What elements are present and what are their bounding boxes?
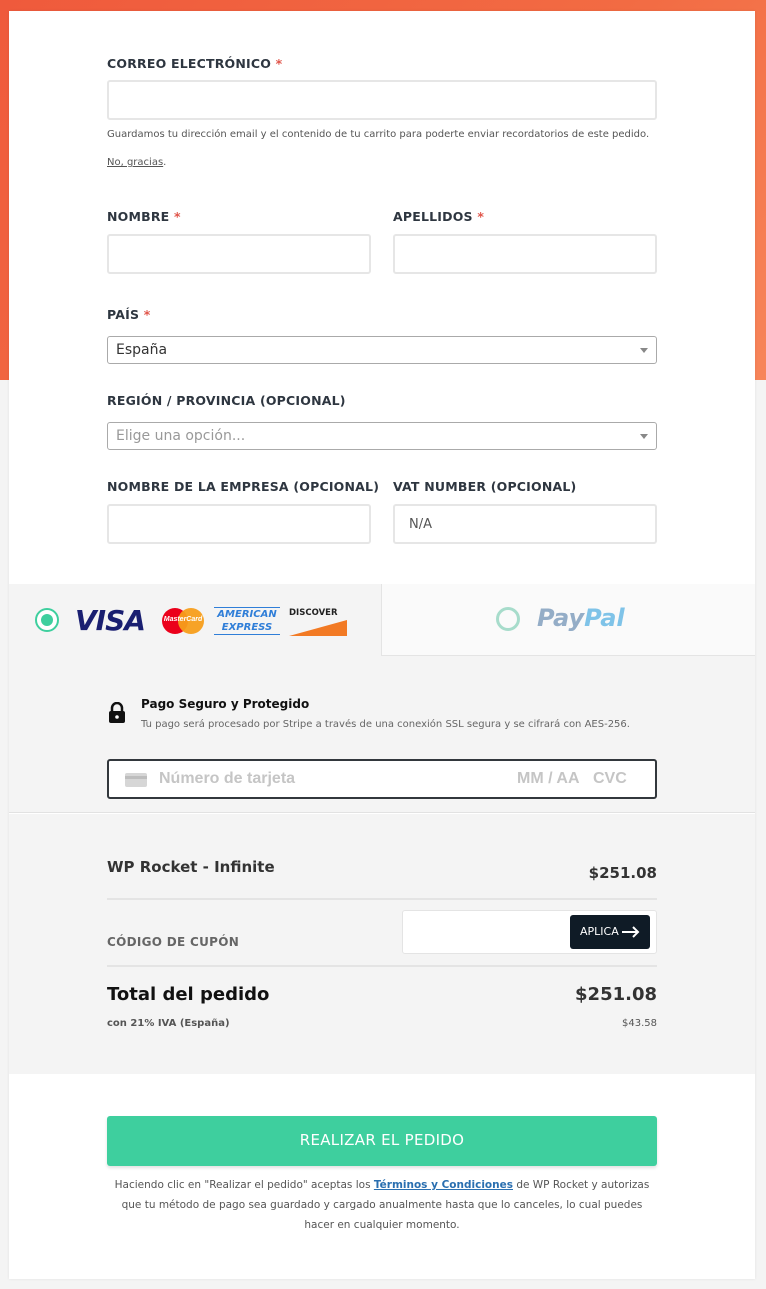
secure-title: Pago Seguro y Protegido [141, 697, 310, 711]
card-number-input[interactable]: Número de tarjeta MM / AA CVC [107, 759, 657, 799]
lock-icon [109, 702, 125, 723]
email-decline: No, gracias. [107, 157, 167, 168]
card-expiry-placeholder: MM / AA [517, 770, 580, 787]
first-name-field[interactable] [107, 234, 371, 274]
last-name-field[interactable] [393, 234, 657, 274]
region-select[interactable]: Elige una opción... [107, 422, 657, 450]
coupon-input[interactable]: APLICA [402, 910, 657, 954]
secure-text: Tu pago será procesado por Stripe a trav… [141, 719, 630, 730]
country-label: PAÍS * [107, 307, 151, 322]
arrow-right-icon [622, 926, 640, 938]
amex-logo: AMERICAN EXPRESS [214, 607, 280, 635]
email-label: CORREO ELECTRÓNICO * [107, 56, 283, 71]
vat-label: VAT NUMBER (OPCIONAL) [393, 479, 577, 494]
tax-label: con 21% IVA (España) [107, 1018, 230, 1029]
checkout-form: CORREO ELECTRÓNICO * Guardamos tu direcc… [9, 11, 755, 1279]
place-order-button[interactable]: REALIZAR EL PEDIDO [107, 1116, 657, 1166]
terms-text: Haciendo clic en "Realizar el pedido" ac… [114, 1179, 650, 1231]
country-select[interactable]: España [107, 336, 657, 364]
dropdown-arrow-icon [640, 434, 648, 439]
divider [107, 965, 657, 967]
region-label: REGIÓN / PROVINCIA (OPCIONAL) [107, 393, 346, 408]
product-price: $251.08 [588, 864, 657, 882]
card-icon [125, 773, 147, 787]
country-value: España [116, 342, 168, 358]
divider [107, 898, 657, 900]
vat-field[interactable]: N/A [393, 504, 657, 544]
card-cvc-placeholder: CVC [593, 770, 627, 787]
region-placeholder: Elige una opción... [116, 428, 246, 444]
apply-coupon-button[interactable]: APLICA [570, 915, 650, 949]
total-value: $251.08 [575, 984, 657, 1005]
vat-value: N/A [409, 517, 432, 532]
payment-tabs: VISA MasterCard AMERICAN EXPRESS DISCOVE… [9, 584, 755, 656]
company-field[interactable] [107, 504, 371, 544]
card-payment-panel: Pago Seguro y Protegido Tu pago será pro… [9, 656, 755, 813]
email-field[interactable] [107, 80, 657, 120]
terms-link[interactable]: Términos y Condiciones [374, 1179, 513, 1191]
visa-logo: VISA [75, 604, 146, 637]
decline-link[interactable]: No, gracias [107, 157, 163, 168]
email-help-text: Guardamos tu dirección email y el conten… [107, 129, 650, 140]
dropdown-arrow-icon [640, 348, 648, 353]
card-radio[interactable] [35, 608, 59, 632]
paypal-radio[interactable] [496, 607, 520, 631]
coupon-label: CÓDIGO DE CUPÓN [107, 935, 240, 949]
tab-paypal[interactable]: PayPal [381, 584, 755, 656]
product-name: WP Rocket - Infinite [107, 858, 275, 876]
card-number-placeholder: Número de tarjeta [159, 770, 296, 787]
tab-credit-card[interactable]: VISA MasterCard AMERICAN EXPRESS DISCOVE… [9, 584, 381, 656]
discover-logo: DISCOVER [289, 608, 347, 636]
first-name-label: NOMBRE * [107, 209, 181, 224]
paypal-logo: PayPal [537, 604, 625, 632]
tax-value: $43.58 [622, 1018, 657, 1029]
mastercard-logo: MasterCard [162, 608, 204, 634]
company-label: NOMBRE DE LA EMPRESA (OPCIONAL) [107, 479, 380, 494]
total-label: Total del pedido [107, 984, 270, 1005]
last-name-label: APELLIDOS * [393, 209, 485, 224]
order-summary: WP Rocket - Infinite $251.08 CÓDIGO DE C… [9, 814, 755, 1074]
